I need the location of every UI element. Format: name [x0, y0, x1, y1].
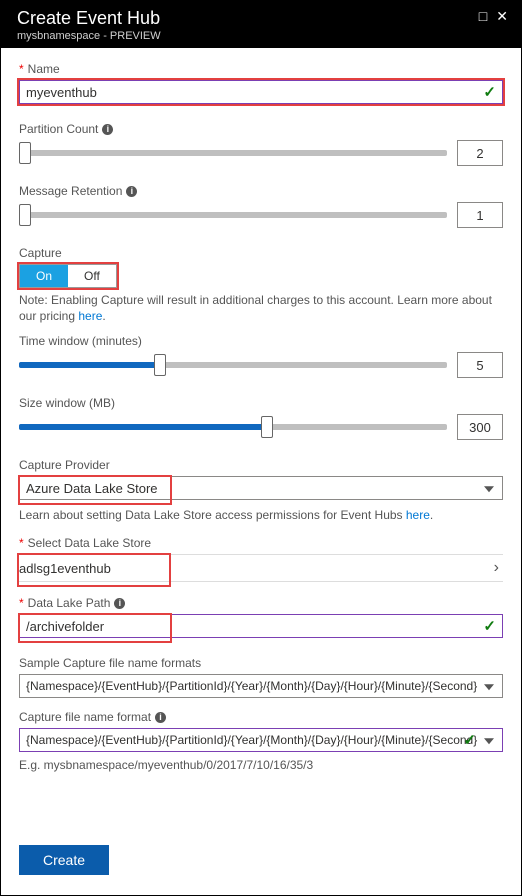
info-icon[interactable]: i	[114, 598, 125, 609]
partition-count-slider[interactable]	[19, 144, 447, 162]
capture-label: Capture	[19, 246, 503, 260]
capture-toggle[interactable]: On Off	[19, 264, 117, 288]
panel-footer: Create	[1, 831, 521, 895]
panel-body: *Name myeventhub ✓ Partition Counti 2	[1, 48, 521, 831]
time-window-value[interactable]: 5	[457, 352, 503, 378]
capture-format-example: E.g. mysbnamespace/myeventhub/0/2017/7/1…	[19, 758, 503, 772]
capture-provider-label: Capture Provider	[19, 458, 503, 472]
capture-provider-select[interactable]: Azure Data Lake Store	[19, 476, 503, 500]
chevron-right-icon: ›	[494, 559, 503, 577]
create-button[interactable]: Create	[19, 845, 109, 875]
panel-title: Create Event Hub	[17, 7, 161, 29]
valid-check-icon: ✓	[483, 83, 496, 101]
sample-formats-select[interactable]: {Namespace}/{EventHub}/{PartitionId}/{Ye…	[19, 674, 503, 698]
valid-check-icon: ✓	[463, 731, 476, 749]
panel-header: Create Event Hub mysbnamespace - PREVIEW…	[1, 1, 521, 48]
pricing-link[interactable]: here	[78, 309, 102, 323]
sample-formats-label: Sample Capture file name formats	[19, 656, 503, 670]
valid-check-icon: ✓	[483, 617, 496, 635]
restore-icon[interactable]: □	[479, 9, 486, 23]
message-retention-value[interactable]: 1	[457, 202, 503, 228]
close-icon[interactable]: ✕	[496, 9, 507, 23]
create-event-hub-panel: Create Event Hub mysbnamespace - PREVIEW…	[0, 0, 522, 896]
size-window-value[interactable]: 300	[457, 414, 503, 440]
info-icon[interactable]: i	[102, 124, 113, 135]
time-window-label: Time window (minutes)	[19, 334, 503, 348]
name-label: *Name	[19, 62, 503, 76]
capture-on-button[interactable]: On	[20, 265, 68, 287]
info-icon[interactable]: i	[126, 186, 137, 197]
select-data-lake-store[interactable]: adlsg1eventhub ›	[19, 554, 503, 582]
capture-note: Note: Enabling Capture will result in ad…	[19, 292, 503, 324]
learn-permissions-text: Learn about setting Data Lake Store acce…	[19, 508, 503, 522]
learn-permissions-link[interactable]: here	[406, 508, 430, 522]
capture-off-button[interactable]: Off	[68, 265, 116, 287]
capture-format-select[interactable]: {Namespace}/{EventHub}/{PartitionId}/{Ye…	[19, 728, 503, 752]
capture-format-label: Capture file name format i	[19, 710, 503, 724]
select-data-lake-store-label: *Select Data Lake Store	[19, 536, 503, 550]
data-lake-path-label: *Data Lake Path i	[19, 596, 503, 610]
data-lake-path-input[interactable]: /archivefolder ✓	[19, 614, 503, 638]
partition-count-label: Partition Counti	[19, 122, 503, 136]
message-retention-slider[interactable]	[19, 206, 447, 224]
size-window-slider[interactable]	[19, 418, 447, 436]
message-retention-label: Message Retentioni	[19, 184, 503, 198]
name-input[interactable]: myeventhub ✓	[19, 80, 503, 104]
panel-subtitle: mysbnamespace - PREVIEW	[17, 30, 161, 42]
size-window-label: Size window (MB)	[19, 396, 503, 410]
info-icon[interactable]: i	[155, 712, 166, 723]
time-window-slider[interactable]	[19, 356, 447, 374]
partition-count-value[interactable]: 2	[457, 140, 503, 166]
